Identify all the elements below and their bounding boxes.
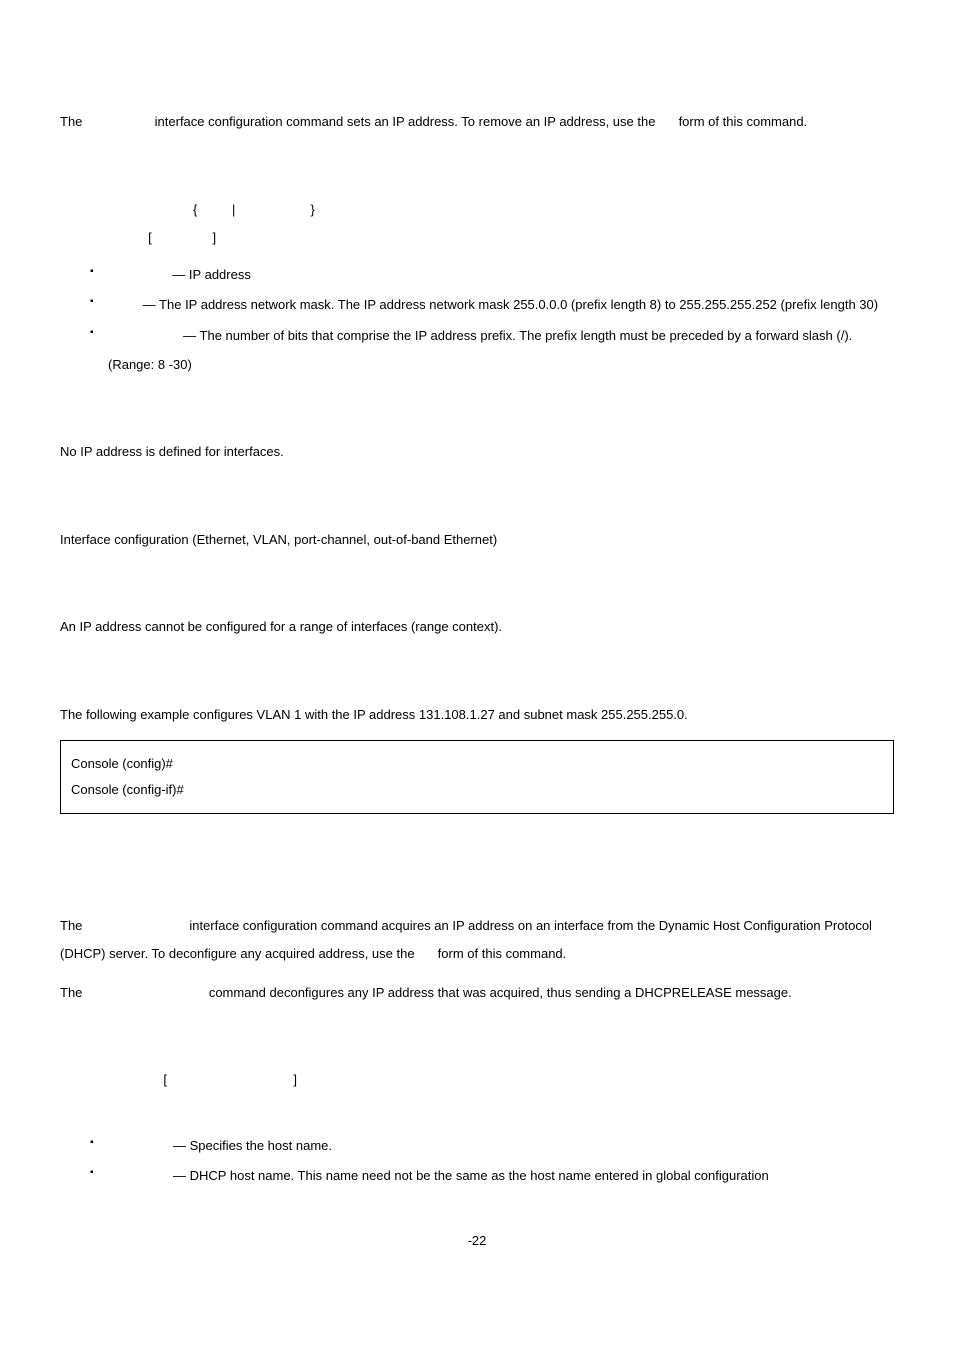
example-heading: Example xyxy=(60,670,894,691)
prompt: Console (config)# xyxy=(71,756,177,771)
list-item: ip-address — IP address xyxy=(90,261,894,290)
mode-text: Interface configuration (Ethernet, VLAN,… xyxy=(60,526,894,555)
syntax-line: ip address dhcp [hostname host-name] xyxy=(60,1066,894,1095)
code-arg: 131.108.1.27 255.255.255.0 xyxy=(252,782,418,797)
section-title: 5.15.2 ip address dhcp xyxy=(60,864,894,894)
syntax-bullets: ip-address — IP address mask — The IP ad… xyxy=(60,261,894,379)
param-desc: — Specifies the host name. xyxy=(169,1138,332,1153)
text: command deconfigures any IP address that… xyxy=(205,985,792,1000)
mode-heading: Command Mode xyxy=(60,495,894,516)
param-desc: — The number of bits that comprise the I… xyxy=(108,328,852,372)
syntax-block: ip address ip-address {mask | prefix-len… xyxy=(60,196,894,253)
no-keyword: no xyxy=(659,114,675,129)
syntax-line: no ip address [ip-address] xyxy=(60,224,894,253)
syntax-keyword: ip address dhcp xyxy=(60,1072,160,1087)
param-name: prefix-length xyxy=(108,328,180,343)
syntax-text: } xyxy=(311,202,315,217)
syntax-line: no ip address dhcp xyxy=(60,1095,894,1124)
syntax-keyword: hostname xyxy=(167,1072,228,1087)
example-text: The following example configures VLAN 1 … xyxy=(60,701,894,730)
text: The xyxy=(60,985,86,1000)
syntax-heading: Syntax xyxy=(60,1035,894,1056)
intro-paragraph: The ip address dhcp interface configurat… xyxy=(60,912,894,969)
list-item: hostname — Specifies the host name. xyxy=(90,1132,894,1161)
list-item: host-name — DHCP host name. This name ne… xyxy=(90,1162,894,1191)
no-keyword: no xyxy=(418,946,434,961)
intro-paragraph: The ip address interface configuration c… xyxy=(60,108,894,137)
param-name: mask xyxy=(108,297,139,312)
syntax-keyword: ip address xyxy=(60,202,129,217)
text: form of this command. xyxy=(434,946,566,961)
list-item: mask — The IP address network mask. The … xyxy=(90,291,894,320)
syntax-bullets: hostname — Specifies the host name. host… xyxy=(60,1132,894,1191)
syntax-arg: prefix-length xyxy=(239,202,311,217)
param-desc: — DHCP host name. This name need not be … xyxy=(169,1168,768,1183)
param-desc: — The IP address network mask. The IP ad… xyxy=(139,297,878,312)
prompt: Console (config-if)# xyxy=(71,782,187,797)
code-example-box: Console (config)# interface vlan 1 Conso… xyxy=(60,740,894,814)
syntax-text: | xyxy=(228,202,239,217)
syntax-arg: mask xyxy=(197,202,228,217)
guidelines-heading: User Guidelines xyxy=(60,582,894,603)
syntax-heading: Syntax xyxy=(60,165,894,186)
param-name: hostname xyxy=(108,1138,169,1153)
param-name: ip-address xyxy=(108,267,169,282)
code-keyword: interface vlan xyxy=(177,756,261,771)
code-line: Console (config-if)# ip address 131.108.… xyxy=(71,777,883,803)
code-line: Console (config)# interface vlan 1 xyxy=(71,751,883,777)
syntax-arg: ip-address xyxy=(129,202,190,217)
default-text: No IP address is defined for interfaces. xyxy=(60,438,894,467)
default-heading: Default Configuration xyxy=(60,407,894,428)
syntax-block: ip address dhcp [hostname host-name] no … xyxy=(60,1066,894,1123)
section-title: 5.15.1 ip address xyxy=(60,60,894,90)
command-name: no ip address dhcp xyxy=(86,985,205,1000)
text: The xyxy=(60,114,86,129)
guidelines-text: An IP address cannot be configured for a… xyxy=(60,613,894,642)
text: The xyxy=(60,918,86,933)
syntax-text: ] xyxy=(212,230,216,245)
syntax-text: ] xyxy=(293,1072,297,1087)
syntax-keyword: no ip address dhcp xyxy=(60,1101,179,1116)
syntax-line: ip address ip-address {mask | prefix-len… xyxy=(60,196,894,225)
text: interface configuration command sets an … xyxy=(151,114,659,129)
intro-paragraph-2: The no ip address dhcp command deconfigu… xyxy=(60,979,894,1008)
param-name: host-name xyxy=(108,1168,169,1183)
command-name: ip address xyxy=(86,114,151,129)
page-number: -22 xyxy=(60,1231,894,1251)
list-item: prefix-length — The number of bits that … xyxy=(90,322,894,379)
syntax-keyword: no ip address xyxy=(60,230,145,245)
syntax-text: [ xyxy=(145,230,152,245)
code-arg: 1 xyxy=(260,756,271,771)
syntax-arg: ip-address xyxy=(152,230,213,245)
code-keyword: ip address xyxy=(187,782,252,797)
syntax-text: [ xyxy=(160,1072,167,1087)
syntax-arg: host-name xyxy=(232,1072,293,1087)
param-desc: — IP address xyxy=(169,267,251,282)
text: form of this command. xyxy=(675,114,807,129)
command-name: ip address dhcp xyxy=(86,918,186,933)
